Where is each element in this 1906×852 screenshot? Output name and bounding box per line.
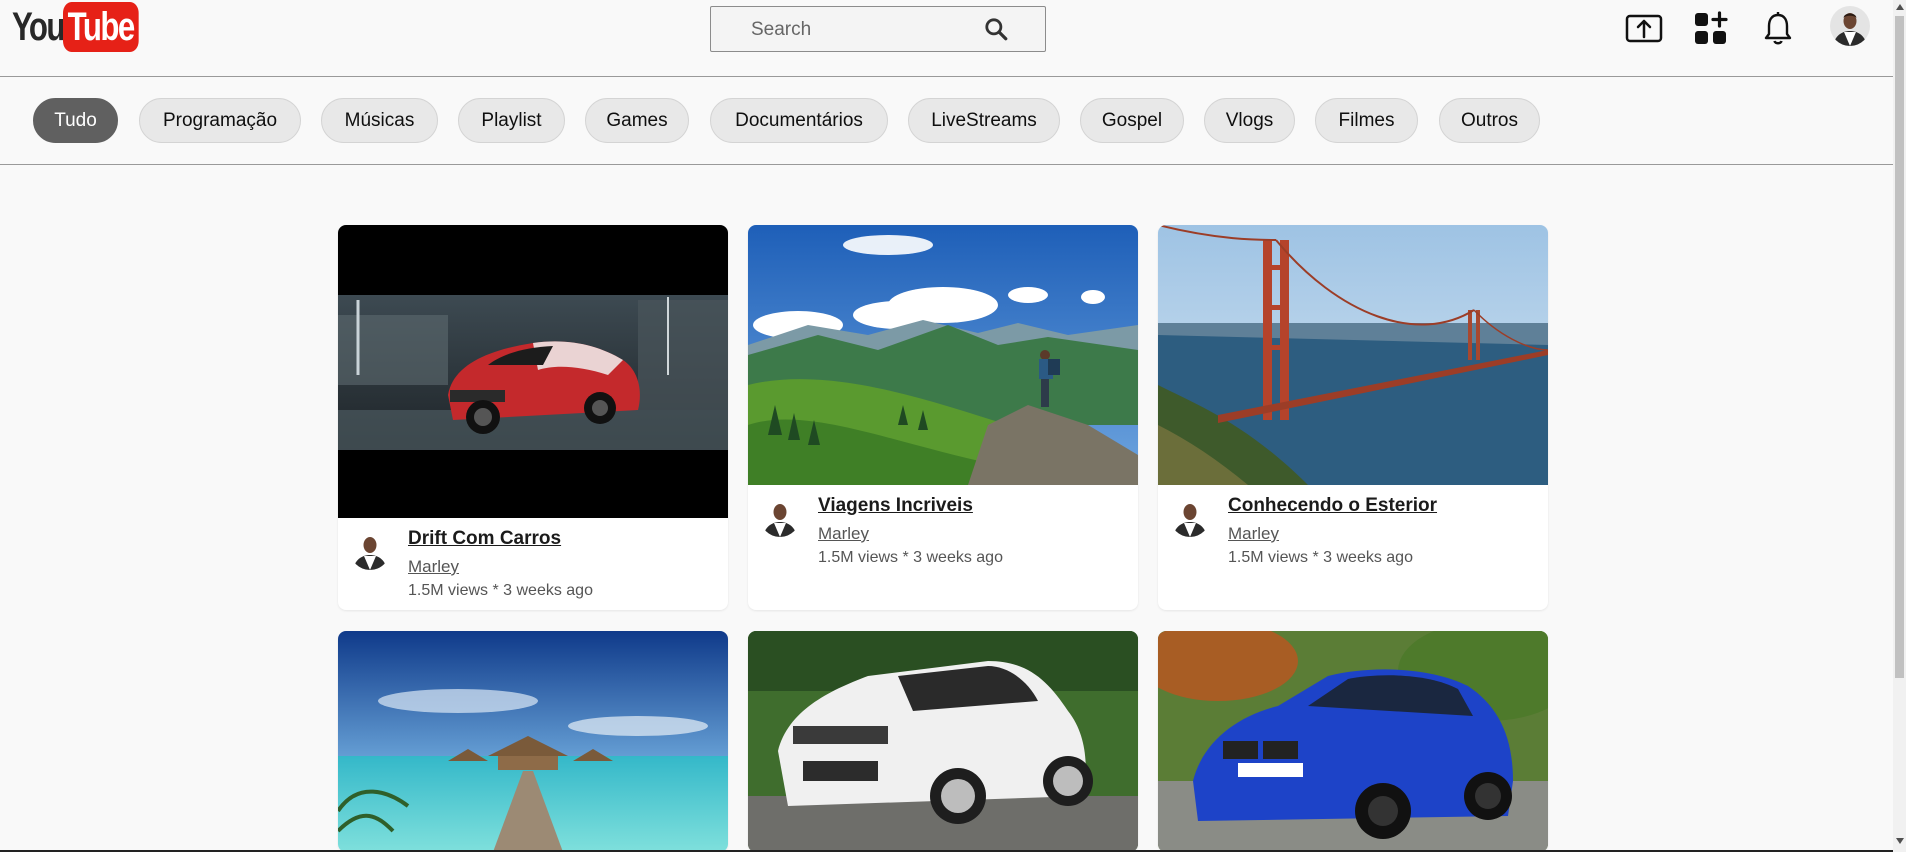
chip-vlogs[interactable]: Vlogs (1204, 98, 1295, 143)
white-suv-thumbnail-image (748, 631, 1138, 852)
chip-gospel[interactable]: Gospel (1080, 98, 1184, 143)
upload-button[interactable] (1622, 7, 1666, 51)
video-card[interactable]: Conhecendo o Esterior Marley 1.5M views … (1158, 225, 1548, 610)
upload-icon (1625, 14, 1663, 43)
video-stats: 1.5M views * 3 weeks ago (818, 549, 1003, 566)
video-card[interactable] (748, 631, 1138, 852)
video-card[interactable]: Drift Com Carros Marley 1.5M views * 3 w… (338, 225, 728, 610)
video-card[interactable] (338, 631, 728, 852)
video-title[interactable]: Conhecendo o Esterior (1228, 495, 1437, 517)
channel-name[interactable]: Marley (1228, 524, 1279, 544)
logo-text-tube: Tube (62, 2, 138, 52)
scroll-up-arrow-icon[interactable] (1896, 4, 1904, 10)
channel-name[interactable]: Marley (408, 557, 459, 577)
scroll-down-arrow-icon[interactable] (1896, 838, 1904, 844)
scrollbar-thumb[interactable] (1895, 16, 1904, 678)
channel-avatar-image (350, 530, 390, 570)
category-chips-bar: Tudo Programação Músicas Playlist Games … (0, 77, 1893, 165)
video-title[interactable]: Viagens Incriveis (818, 495, 973, 517)
video-stats: 1.5M views * 3 weeks ago (408, 582, 593, 599)
video-thumbnail[interactable] (338, 631, 728, 852)
video-stats: 1.5M views * 3 weeks ago (1228, 549, 1413, 566)
channel-avatar[interactable] (350, 530, 390, 570)
bridge-thumbnail-image (1158, 225, 1548, 485)
chip-livestreams[interactable]: LiveStreams (908, 98, 1060, 143)
video-card[interactable] (1158, 631, 1548, 852)
channel-avatar[interactable] (760, 497, 800, 537)
top-bar: You Tube (0, 0, 1893, 77)
bell-icon (1764, 12, 1792, 45)
video-title[interactable]: Drift Com Carros (408, 528, 561, 550)
chip-filmes[interactable]: Filmes (1315, 98, 1418, 143)
page-scrollbar[interactable] (1893, 0, 1906, 852)
chip-programacao[interactable]: Programação (139, 98, 301, 143)
notifications-button[interactable] (1756, 7, 1800, 51)
video-thumbnail[interactable] (748, 225, 1138, 485)
chip-playlist[interactable]: Playlist (458, 98, 565, 143)
avatar[interactable] (1830, 6, 1870, 46)
video-thumbnail[interactable] (1158, 631, 1548, 852)
video-thumbnail[interactable] (338, 225, 728, 518)
channel-avatar-image (1170, 497, 1210, 537)
video-thumbnail[interactable] (748, 631, 1138, 852)
tropical-thumbnail-image (338, 631, 728, 852)
search-box (710, 6, 1046, 52)
search-input[interactable] (749, 17, 973, 43)
blue-car-thumbnail-image (1158, 631, 1548, 852)
apps-add-button[interactable] (1689, 7, 1733, 51)
channel-avatar-image (760, 497, 800, 537)
youtube-logo[interactable]: You Tube (12, 2, 159, 52)
red-car-thumbnail-image (338, 295, 728, 450)
logo-text-you: You (12, 4, 65, 49)
chip-games[interactable]: Games (585, 98, 689, 143)
apps-add-icon (1695, 11, 1728, 44)
chip-tudo[interactable]: Tudo (33, 98, 118, 143)
avatar-image (1830, 6, 1870, 46)
video-thumbnail[interactable] (1158, 225, 1548, 485)
chip-outros[interactable]: Outros (1439, 98, 1540, 143)
channel-avatar[interactable] (1170, 497, 1210, 537)
search-icon[interactable] (983, 16, 1009, 42)
chip-musicas[interactable]: Músicas (321, 98, 438, 143)
mountain-thumbnail-image (748, 225, 1138, 485)
chip-documentarios[interactable]: Documentários (710, 98, 888, 143)
channel-name[interactable]: Marley (818, 524, 869, 544)
video-card[interactable]: Viagens Incriveis Marley 1.5M views * 3 … (748, 225, 1138, 610)
